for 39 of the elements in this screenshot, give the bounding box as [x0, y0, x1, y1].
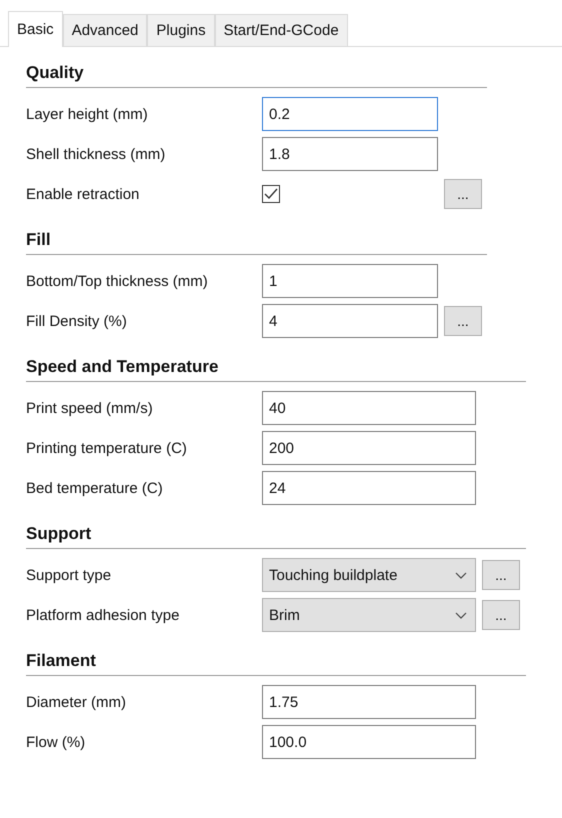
input-field[interactable]: 0.2	[262, 97, 438, 131]
options-button[interactable]: ...	[444, 306, 482, 336]
field-label: Bed temperature (C)	[26, 480, 164, 496]
options-button[interactable]: ...	[444, 179, 482, 209]
field-label: Printing temperature (C)	[26, 440, 188, 456]
input-field[interactable]: 1.75	[262, 685, 476, 719]
input-field[interactable]: 100.0	[262, 725, 476, 759]
section-heading: Fill	[26, 224, 487, 255]
field-label: Bottom/Top thickness (mm)	[26, 272, 209, 290]
field-label: Support type	[26, 566, 112, 584]
input-field[interactable]: 40	[262, 391, 476, 425]
input-field[interactable]: 1	[262, 264, 438, 298]
field-label: Shell thickness (mm)	[26, 146, 166, 162]
field-label: Platform adhesion type	[26, 606, 180, 624]
chevron-down-icon	[455, 572, 467, 578]
input-field[interactable]: 200	[262, 431, 476, 465]
checkbox[interactable]	[262, 185, 280, 203]
input-field[interactable]: 24	[262, 471, 476, 505]
dropdown[interactable]: Touching buildplate	[262, 558, 476, 592]
tab[interactable]: Advanced	[62, 14, 148, 46]
section-heading: Filament	[26, 645, 526, 676]
field-label: Flow (%)	[26, 734, 86, 750]
input-field[interactable]: 1.8	[262, 137, 438, 171]
options-button[interactable]: ...	[482, 600, 520, 630]
field-label: Enable retraction	[26, 186, 140, 202]
tab[interactable]: Start/End-GCode	[214, 14, 348, 46]
tab[interactable]: Basic	[8, 11, 63, 47]
options-button[interactable]: ...	[482, 560, 520, 590]
field-label: Print speed (mm/s)	[26, 400, 154, 416]
section-heading: Speed and Temperature	[26, 351, 526, 382]
section-heading: Support	[26, 518, 526, 549]
field-label: Diameter (mm)	[26, 694, 127, 710]
input-field[interactable]: 4	[262, 304, 438, 338]
dropdown[interactable]: Brim	[262, 598, 476, 632]
tab[interactable]: Plugins	[147, 14, 215, 46]
field-label: Layer height (mm)	[26, 106, 149, 122]
field-label: Fill Density (%)	[26, 312, 128, 330]
chevron-down-icon	[455, 612, 467, 618]
section-heading: Quality	[26, 57, 487, 88]
